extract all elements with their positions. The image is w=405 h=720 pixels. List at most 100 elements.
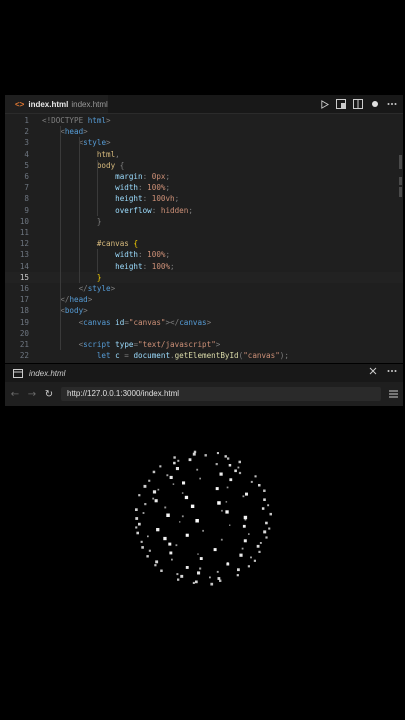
back-icon[interactable]: ←: [8, 387, 22, 401]
code-line[interactable]: 8 height: 100vh;: [5, 193, 403, 204]
line-number: 10: [19, 216, 29, 226]
code-line[interactable]: 15 }: [5, 271, 403, 283]
particle: [144, 503, 147, 506]
url-bar: ← → ↻ http://127.0.0.1:3000/index.html: [5, 384, 403, 404]
particle: [181, 515, 184, 518]
code-text: }: [42, 216, 102, 226]
close-icon[interactable]: [369, 367, 377, 375]
editor-scrollbar[interactable]: [397, 115, 403, 363]
line-number: 8: [24, 194, 29, 204]
code-line[interactable]: 6 margin: 0px;: [5, 171, 403, 182]
code-line[interactable]: 13 width: 100%;: [5, 249, 403, 260]
tab-filename: index.html: [28, 99, 69, 109]
code-line[interactable]: 18 <body>: [5, 305, 403, 316]
particle: [254, 475, 257, 478]
code-text: body {: [96, 160, 125, 170]
particle: [259, 542, 262, 544]
particle: [265, 536, 268, 539]
particle: [156, 528, 160, 532]
tab-breadcrumb[interactable]: index.html: [71, 100, 107, 109]
preview-tab-title: index.html: [29, 368, 66, 378]
code-line[interactable]: 20: [5, 328, 403, 339]
split-preview-icon[interactable]: [336, 99, 346, 109]
rendered-canvas[interactable]: [5, 406, 403, 616]
line-number: 2: [24, 127, 29, 137]
particle: [173, 456, 176, 459]
more-icon[interactable]: [387, 99, 397, 109]
forward-icon[interactable]: →: [25, 387, 39, 401]
particle: [181, 492, 184, 494]
line-number: 16: [19, 284, 29, 293]
split-editor-icon[interactable]: [353, 99, 363, 109]
particle: [195, 519, 199, 523]
particle: [226, 486, 229, 489]
code-line[interactable]: 5 body {: [5, 160, 403, 171]
particle: [242, 495, 245, 498]
code-text: <!DOCTYPE html>: [42, 116, 111, 125]
particle: [179, 521, 181, 523]
particle: [267, 504, 270, 507]
code-line[interactable]: 14 height: 100%;: [5, 261, 403, 272]
code-text: <body>: [42, 306, 88, 316]
code-text: width: 100%;: [42, 183, 171, 193]
particle: [225, 510, 229, 514]
particle: [182, 481, 186, 485]
code-line[interactable]: 10 }: [5, 216, 403, 227]
particle: [215, 487, 219, 491]
particle-sphere: [135, 450, 272, 586]
particle: [204, 454, 207, 457]
particle: [197, 553, 199, 555]
code-line[interactable]: 17 </head>: [5, 294, 403, 305]
particle: [168, 542, 172, 546]
particle: [166, 474, 169, 477]
particle: [236, 574, 239, 577]
more-icon[interactable]: [387, 367, 397, 375]
code-line[interactable]: 16 </style>: [5, 283, 403, 294]
code-line[interactable]: 22 let c = document.getElementById("canv…: [5, 350, 403, 361]
particle: [142, 512, 145, 514]
particle: [216, 452, 219, 455]
run-icon[interactable]: [319, 99, 329, 109]
particle: [175, 467, 179, 471]
dirty-dot-icon[interactable]: [370, 99, 380, 109]
particle: [188, 458, 192, 462]
particle: [256, 544, 260, 548]
code-line[interactable]: 12 #canvas {: [5, 238, 403, 249]
particle: [135, 508, 138, 511]
line-number: 3: [24, 138, 29, 148]
code-line[interactable]: 4 html,: [5, 149, 403, 160]
code-editor: <> index.html index.html 1 <!DOCTYPE html…: [5, 95, 403, 363]
code-line[interactable]: 1 <!DOCTYPE html>: [5, 115, 403, 126]
html-file-icon: <>: [15, 99, 25, 109]
code-line[interactable]: 19 <canvas id="canvas"></canvas>: [5, 317, 403, 328]
code-line[interactable]: 2 <head>: [5, 126, 403, 137]
code-line[interactable]: 7 width: 100%;: [5, 182, 403, 193]
particle: [229, 524, 231, 526]
reload-icon[interactable]: ↻: [42, 387, 56, 401]
code-line[interactable]: 21 <script type="text/javascript">: [5, 339, 403, 350]
particle: [258, 550, 261, 553]
particle: [199, 567, 202, 570]
code-line[interactable]: 3 <style>: [5, 137, 403, 148]
particle: [180, 574, 184, 578]
line-number: 1: [24, 116, 29, 125]
code-line[interactable]: 9 overflow: hidden;: [5, 205, 403, 216]
line-number: 9: [24, 205, 29, 215]
address-input[interactable]: http://127.0.0.1:3000/index.html: [61, 387, 381, 401]
line-number: 19: [19, 317, 29, 327]
hamburger-menu-icon[interactable]: [387, 387, 399, 401]
code-text: width: 100%;: [42, 250, 171, 260]
line-number: 12: [19, 239, 29, 249]
code-line[interactable]: 11: [5, 227, 403, 238]
editor-tab[interactable]: <> index.html index.html: [5, 95, 108, 113]
line-number: 14: [19, 261, 29, 271]
code-text: let c = document.getElementById("canvas"…: [42, 351, 289, 361]
particle: [219, 472, 223, 476]
particle: [152, 497, 155, 500]
particle: [215, 463, 218, 466]
particle: [237, 466, 240, 469]
particle: [147, 535, 149, 538]
preview-tab[interactable]: index.html: [5, 364, 403, 382]
code-text: <style>: [42, 138, 111, 148]
particle: [243, 539, 247, 543]
